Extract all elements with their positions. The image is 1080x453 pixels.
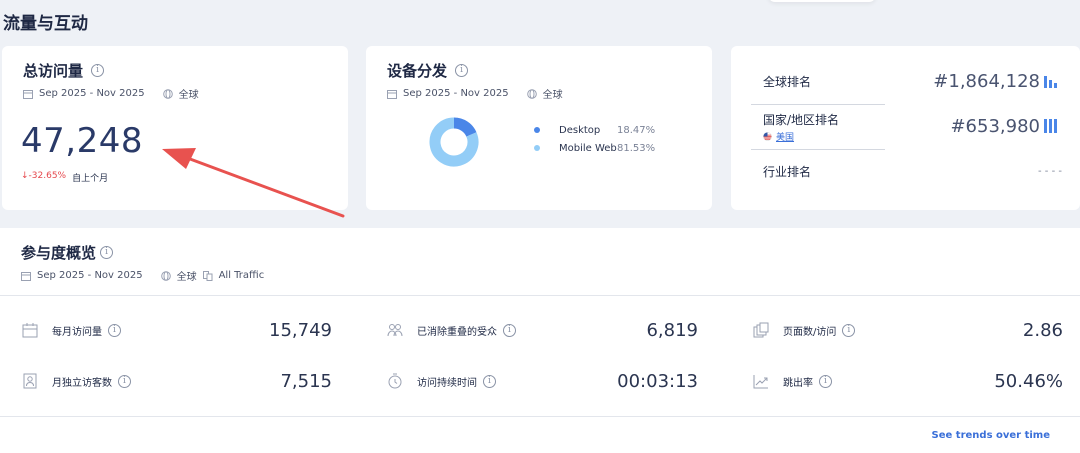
rank-card: 全球排名 #1,864,128 国家/地区排名 美国 #653,980 行业排名… <box>731 46 1080 210</box>
device-distribution-card: 设备分发 i Sep 2025 - Nov 2025 全球 Desktop 18.… <box>366 46 712 210</box>
info-icon[interactable]: i <box>503 323 516 337</box>
industry-rank-label: 行业排名 <box>763 164 812 179</box>
clock-icon <box>388 373 402 389</box>
legend-dot <box>534 127 540 133</box>
metric-label: 跳出率 <box>783 377 813 389</box>
us-flag-icon <box>763 132 772 141</box>
pages-icon <box>753 322 769 338</box>
calendar-icon <box>22 323 38 338</box>
device-donut-chart <box>429 117 479 167</box>
legend-label: Mobile Web <box>559 142 617 154</box>
info-icon[interactable]: i <box>819 374 832 388</box>
date-range: Sep 2025 - Nov 2025 <box>403 88 509 99</box>
traffic-type: All Traffic <box>218 270 265 281</box>
metric-label: 已消除重叠的受众 <box>417 326 497 338</box>
country-rank-value: #653,980 <box>950 115 1040 137</box>
divider <box>751 104 885 105</box>
info-icon[interactable]: i <box>455 64 469 77</box>
rank-bars-icon <box>1044 76 1057 88</box>
legend-dot <box>534 145 540 151</box>
info-icon[interactable]: i <box>108 323 121 337</box>
globe-icon <box>160 270 171 281</box>
info-icon[interactable]: i <box>842 323 856 337</box>
info-icon[interactable]: i <box>100 246 114 259</box>
engagement-title: 参与度概览 <box>21 244 97 262</box>
calendar-icon <box>387 89 397 99</box>
metric-value: 2.86 <box>1022 319 1063 341</box>
users-icon <box>387 324 403 337</box>
metric-label: 每月访问量 <box>52 326 102 338</box>
global-rank-label: 全球排名 <box>763 74 812 89</box>
divider <box>0 416 1080 417</box>
info-icon[interactable]: i <box>118 374 131 388</box>
metric-label: 月独立访客数 <box>52 377 112 389</box>
traffic-icon <box>202 270 213 281</box>
calendar-icon <box>21 271 31 281</box>
divider <box>0 295 1080 296</box>
info-icon[interactable]: i <box>91 64 105 77</box>
change-percent: ↓-32.65% <box>21 171 67 181</box>
donut-slice-desktop[interactable] <box>453 117 477 138</box>
bounce-icon <box>753 375 768 389</box>
metric-value: 00:03:13 <box>617 370 698 392</box>
metric-label: 页面数/访问 <box>783 326 837 338</box>
legend-percent: 81.53% <box>617 142 656 154</box>
calendar-icon <box>23 89 33 99</box>
visits-title: 总访问量 <box>23 62 84 80</box>
industry-rank-value: - - - - <box>1038 165 1062 177</box>
total-visits-value: 47,248 <box>21 121 143 161</box>
global-rank-value: #1,864,128 <box>933 70 1040 92</box>
metric-value: 15,749 <box>269 319 332 341</box>
id-card-icon <box>23 373 37 389</box>
legend-percent: 18.47% <box>617 124 656 136</box>
change-label: 自上个月 <box>72 174 109 184</box>
region: 全球 <box>176 272 197 283</box>
rank-bars-icon <box>1044 119 1057 133</box>
divider <box>751 149 885 150</box>
section-title: 流量与互动 <box>3 14 88 34</box>
country-rank-label: 国家/地区排名 <box>763 113 840 127</box>
total-visits-card: 总访问量 i Sep 2025 - Nov 2025 全球 47,248 ↓-3… <box>2 46 348 210</box>
info-icon[interactable]: i <box>483 374 496 388</box>
metric-value: 50.46% <box>994 370 1063 392</box>
legend-label: Desktop <box>559 124 601 136</box>
see-trends-link[interactable]: See trends over time <box>932 430 1050 441</box>
metric-value: 6,819 <box>646 319 698 341</box>
region: 全球 <box>542 90 563 101</box>
engagement-card: 参与度概览 i Sep 2025 - Nov 2025 全球 All Traff… <box>0 228 1080 453</box>
country-link[interactable]: 美国 <box>776 130 794 143</box>
top-tab-fragment <box>768 0 876 2</box>
region: 全球 <box>178 90 199 101</box>
legend-item: Mobile Web 81.53% <box>534 139 655 157</box>
metric-label: 访问持续时间 <box>417 377 477 389</box>
legend-item: Desktop 18.47% <box>534 121 655 139</box>
date-range: Sep 2025 - Nov 2025 <box>39 88 145 99</box>
metric-value: 7,515 <box>280 370 332 392</box>
globe-icon <box>526 88 537 99</box>
date-range: Sep 2025 - Nov 2025 <box>37 270 143 281</box>
globe-icon <box>162 88 173 99</box>
device-title: 设备分发 <box>387 62 448 80</box>
